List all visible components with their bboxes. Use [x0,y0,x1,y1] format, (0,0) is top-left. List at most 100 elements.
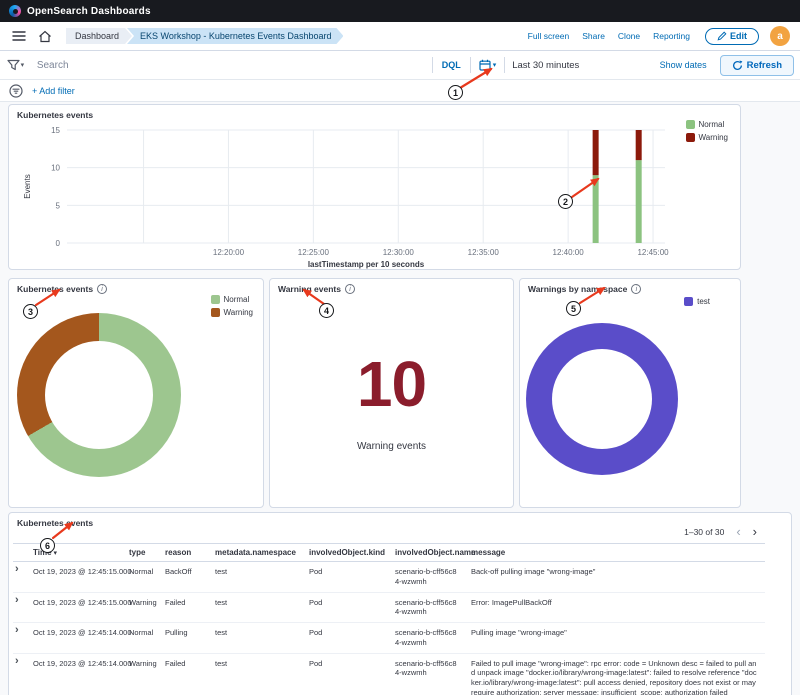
events-histogram-chart[interactable]: 05101512:20:0012:25:0012:30:0012:35:0012… [17,122,734,270]
column-header-involvedobject-name[interactable]: involvedObject.name [389,544,465,562]
panel-events-histogram: Kubernetes events 05101512:20:0012:25:00… [8,104,741,270]
edit-button[interactable]: Edit [705,28,759,45]
expand-row-icon[interactable]: › [15,565,19,573]
panel-title-text: Kubernetes events [17,110,93,120]
show-dates-link[interactable]: Show dates [660,60,707,70]
info-icon[interactable]: i [631,284,641,294]
breadcrumb: Dashboard EKS Workshop - Kubernetes Even… [66,28,343,44]
reporting-link[interactable]: Reporting [653,31,690,41]
cell-kind: Pod [303,592,389,623]
cell-name: scenario-b-cff56c84-wzwmh [389,562,465,593]
cell-type: Warning [123,592,159,623]
cell-time: Oct 19, 2023 @ 12:45:15.000 [27,562,123,593]
svg-text:12:30:00: 12:30:00 [383,248,415,257]
sort-desc-icon: ▾ [54,550,58,557]
cell-kind: Pod [303,623,389,654]
panel-title: Warning events i [278,284,355,294]
annotation-step-2: 2 [558,194,573,209]
cell-namespace: test [209,623,303,654]
refresh-button[interactable]: Refresh [720,55,794,76]
panel-title: Kubernetes events [17,518,93,528]
column-header-message[interactable]: message [465,544,765,562]
cell-message: Error: ImagePullBackOff [465,592,765,623]
panel-title: Kubernetes eventsi [17,284,107,294]
events-donut-chart[interactable] [17,313,181,477]
cell-namespace: test [209,592,303,623]
expand-row-icon[interactable]: › [15,657,19,665]
expand-row-icon[interactable]: › [15,626,19,634]
expand-row-icon[interactable]: › [15,596,19,604]
cell-time: Oct 19, 2023 @ 12:45:14.000 [27,623,123,654]
svg-text:lastTimestamp per 10 seconds: lastTimestamp per 10 seconds [308,260,425,269]
svg-text:15: 15 [51,126,60,135]
share-link[interactable]: Share [582,31,605,41]
legend-label: Normal [224,295,250,304]
namespace-donut-chart[interactable] [526,323,678,475]
expander-column-header [13,544,27,562]
column-header-label: reason [165,548,191,557]
legend-color-warning [686,133,695,142]
column-header-reason[interactable]: reason [159,544,209,562]
home-button[interactable] [36,28,54,45]
time-range-label[interactable]: Last 30 minutes [505,60,659,71]
annotation-step-6: 6 [40,538,55,553]
cell-time: Oct 19, 2023 @ 12:45:14.000 [27,653,123,695]
refresh-label: Refresh [747,60,782,71]
panel-title-text: Warning events [278,284,341,294]
cell-namespace: test [209,562,303,593]
column-header-metadata-namespace[interactable]: metadata.namespace [209,544,303,562]
cell-message: Failed to pull image "wrong-image": rpc … [465,653,765,695]
cell-name: scenario-b-cff56c84-wzwmh [389,653,465,695]
legend-color-normal [686,120,695,129]
clone-link[interactable]: Clone [618,31,640,41]
opensearch-dashboards-app: OpenSearch Dashboards Dashboard EKS Work… [0,0,800,695]
chevron-right-icon[interactable]: › [753,527,757,537]
cell-kind: Pod [303,653,389,695]
legend-item-normal[interactable]: Normal [686,120,729,129]
chart-legend: Normal Warning [211,295,254,317]
nav-actions: Full screen Share Clone Reporting Edit a [515,26,790,46]
legend-label: Warning [224,308,254,317]
search-input[interactable] [31,52,432,78]
table-row: ›Oct 19, 2023 @ 12:45:14.000NormalPullin… [13,623,765,654]
full-screen-link[interactable]: Full screen [528,31,570,41]
global-header: OpenSearch Dashboards [0,0,800,22]
svg-text:12:40:00: 12:40:00 [553,248,585,257]
table-row: ›Oct 19, 2023 @ 12:45:15.000WarningFaile… [13,592,765,623]
legend-item-normal[interactable]: Normal [211,295,254,304]
panel-title-text: Kubernetes events [17,518,93,528]
cell-reason: BackOff [159,562,209,593]
add-filter-link[interactable]: + Add filter [32,86,75,96]
app-title: OpenSearch Dashboards [27,6,151,17]
menu-button[interactable] [10,28,28,44]
legend-item-warning[interactable]: Warning [211,308,254,317]
column-header-label: type [129,548,145,557]
filter-options-button[interactable] [9,84,23,98]
query-language-button[interactable]: DQL [433,60,470,70]
info-icon[interactable]: i [97,284,107,294]
pagination: 1–30 of 30 ‹ › [684,527,757,537]
legend-item-test[interactable]: test [684,297,710,306]
brand-secondary: Dashboards [91,6,151,17]
cell-namespace: test [209,653,303,695]
column-header-type[interactable]: type [123,544,159,562]
column-header-involvedobject-kind[interactable]: involvedObject.kind [303,544,389,562]
dashboard-content: Kubernetes events 05101512:20:0012:25:00… [0,102,800,695]
panel-title-text: Warnings by namespace [528,284,627,294]
svg-text:12:45:00: 12:45:00 [637,248,669,257]
events-table-head-row: Time▾typereasonmetadata.namespaceinvolve… [13,544,765,562]
legend-color-test [684,297,693,306]
info-icon[interactable]: i [345,284,355,294]
edit-label: Edit [730,31,747,41]
panel-warning-metric: Warning eventsi 10 Warning events [269,278,514,508]
legend-label: Warning [699,133,729,142]
pagination-label: 1–30 of 30 [684,527,724,537]
breadcrumb-dashboard[interactable]: Dashboard [66,28,132,44]
user-avatar[interactable]: a [770,26,790,46]
saved-query-button[interactable]: ▾ [0,51,31,79]
svg-text:12:25:00: 12:25:00 [298,248,330,257]
legend-item-warning[interactable]: Warning [686,133,729,142]
cell-time: Oct 19, 2023 @ 12:45:15.000 [27,592,123,623]
date-quick-select-button[interactable]: ▾ [471,59,505,71]
chevron-left-icon[interactable]: ‹ [736,527,740,537]
